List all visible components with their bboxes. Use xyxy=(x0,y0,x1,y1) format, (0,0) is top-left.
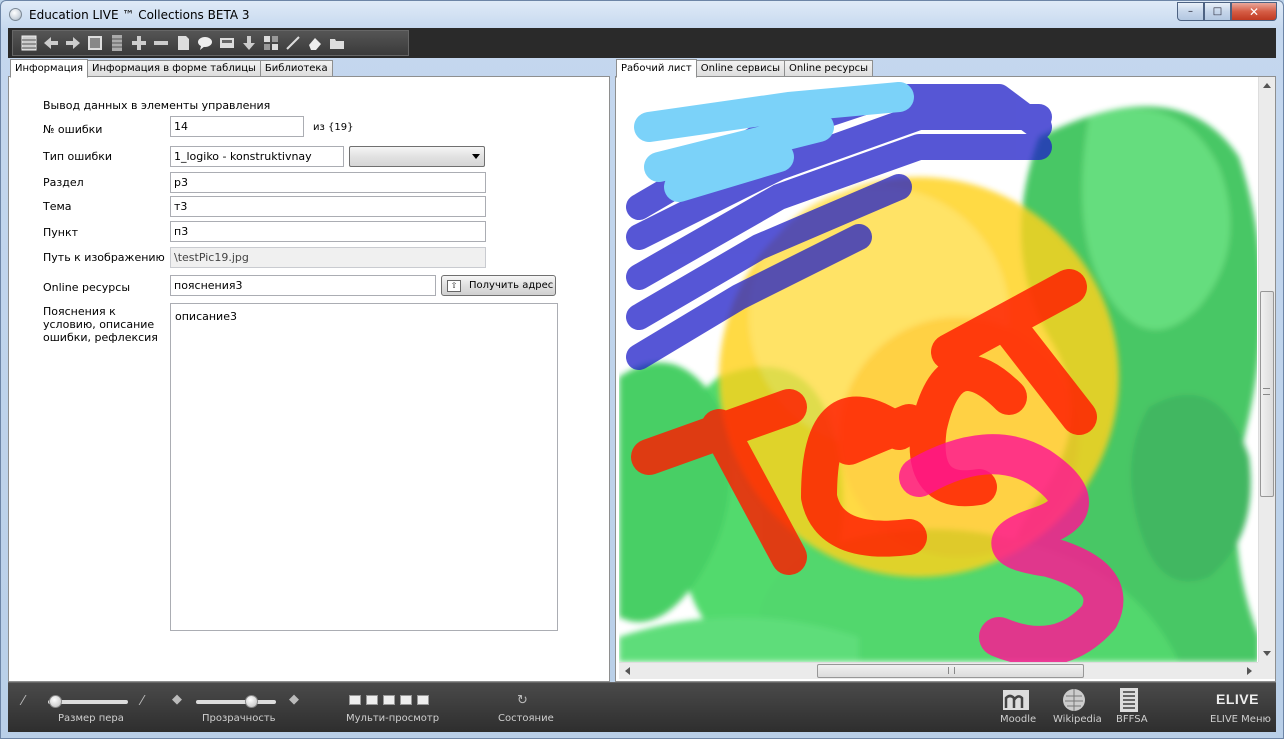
minus-icon[interactable] xyxy=(151,33,171,53)
tab-online-services[interactable]: Online сервисы xyxy=(695,60,785,77)
view-grid-icon[interactable] xyxy=(417,695,429,705)
speech-bubble-icon[interactable] xyxy=(195,33,215,53)
state-label: Состояние xyxy=(498,713,554,724)
multi-view-label: Мульти-просмотр xyxy=(346,713,440,724)
canvas-horizontal-scrollbar[interactable] xyxy=(619,662,1258,679)
pen-size-label: Размер пера xyxy=(58,713,124,724)
plus-icon[interactable] xyxy=(129,33,149,53)
online-resources-label: Online ресурсы xyxy=(43,281,131,294)
link-icon: ⇧ xyxy=(447,279,461,292)
item-field[interactable]: п3 xyxy=(170,221,486,242)
tab-information-table[interactable]: Информация в форме таблицы xyxy=(87,60,261,77)
wikipedia-label: Wikipedia xyxy=(1053,714,1102,725)
view-quad-icon[interactable] xyxy=(400,695,412,705)
view-double-icon[interactable] xyxy=(366,695,378,705)
section-label: Раздел xyxy=(43,176,84,189)
scroll-down-arrow-icon[interactable] xyxy=(1263,651,1271,656)
scroll-right-arrow-icon[interactable] xyxy=(1247,667,1252,675)
minimize-button[interactable]: – xyxy=(1177,2,1204,21)
scroll-corner xyxy=(1258,662,1275,679)
right-tab-strip: Рабочий лист Online сервисы Online ресур… xyxy=(616,59,874,78)
view-triple-icon[interactable] xyxy=(383,695,395,705)
bffsa-icon[interactable] xyxy=(1114,687,1144,713)
topic-field[interactable]: т3 xyxy=(170,196,486,217)
section-field[interactable]: р3 xyxy=(170,172,486,193)
notes-label: Пояснения к условию, описание ошибки, ре… xyxy=(43,305,158,344)
image-path-label: Путь к изображению xyxy=(43,251,165,264)
horizontal-grip-icon xyxy=(948,667,955,674)
error-number-label: № ошибки xyxy=(43,123,103,136)
opacity-knob[interactable] xyxy=(245,695,258,708)
error-type-label: Тип ошибки xyxy=(43,150,113,163)
window-title: Education LIVE ™ Collections BETA 3 xyxy=(29,8,250,22)
bffsa-label: BFFSA xyxy=(1116,714,1148,725)
main-toolbar xyxy=(12,30,409,56)
arrow-right-icon[interactable] xyxy=(63,33,83,53)
close-button[interactable]: ✕ xyxy=(1231,2,1277,21)
arrow-down-icon[interactable] xyxy=(239,33,259,53)
folder-icon[interactable] xyxy=(327,33,347,53)
scroll-left-arrow-icon[interactable] xyxy=(625,667,630,675)
moodle-icon[interactable] xyxy=(1001,687,1031,713)
elive-menu-label[interactable]: ELIVE Меню xyxy=(1210,714,1271,725)
pen-size-knob[interactable] xyxy=(49,695,62,708)
app-icon xyxy=(9,8,22,21)
eraser-icon[interactable] xyxy=(305,33,325,53)
arrow-left-icon[interactable] xyxy=(41,33,61,53)
page-icon[interactable] xyxy=(173,33,193,53)
opacity-low-icon: ◆ xyxy=(172,692,182,707)
opacity-high-icon: ◆ xyxy=(289,692,299,707)
image-path-field: \testPic19.jpg xyxy=(170,247,486,268)
online-resources-field[interactable]: пояснения3 xyxy=(170,275,436,296)
error-number-field[interactable]: 14 xyxy=(170,116,304,137)
canvas-vertical-scrollbar[interactable] xyxy=(1258,77,1275,662)
chevron-down-icon xyxy=(472,154,480,159)
form-header: Вывод данных в элементы управления xyxy=(43,99,271,112)
notes-textarea[interactable]: описание3 xyxy=(170,303,558,631)
get-address-button[interactable]: ⇧ Получить адрес xyxy=(441,275,556,296)
grid-icon[interactable] xyxy=(261,33,281,53)
info-form: Вывод данных в элементы управления № оши… xyxy=(8,76,610,682)
tab-online-resources[interactable]: Online ресурсы xyxy=(783,60,874,77)
wikipedia-icon[interactable] xyxy=(1059,687,1089,713)
square-icon[interactable] xyxy=(85,33,105,53)
grid-column-icon[interactable] xyxy=(107,33,127,53)
pen-thick-icon: ⁄ xyxy=(141,694,144,709)
pen-thin-icon: ⁄ xyxy=(22,694,25,709)
error-type-field[interactable]: 1_logiko - konstruktivnay xyxy=(170,146,344,167)
view-single-icon[interactable] xyxy=(349,695,361,705)
opacity-label: Прозрачность xyxy=(202,713,276,724)
drawing-svg xyxy=(619,82,1257,662)
title-bar[interactable]: Education LIVE ™ Collections BETA 3 – □ … xyxy=(1,1,1283,29)
left-tab-strip: Информация Информация в форме таблицы Би… xyxy=(10,59,333,78)
error-type-dropdown[interactable] xyxy=(349,146,485,167)
get-address-label: Получить адрес xyxy=(469,280,554,291)
tab-worksheet[interactable]: Рабочий лист xyxy=(616,59,697,78)
pen-size-slider[interactable] xyxy=(48,695,128,708)
worksheet-canvas[interactable] xyxy=(619,77,1257,662)
table-icon[interactable] xyxy=(19,33,39,53)
item-label: Пункт xyxy=(43,226,79,239)
bottom-bar: ⁄ ⁄ Размер пера ◆ ◆ Прозрачность Мульти-… xyxy=(8,682,1276,732)
scroll-up-arrow-icon[interactable] xyxy=(1263,83,1271,88)
vertical-grip-icon xyxy=(1263,388,1270,395)
refresh-icon[interactable]: ↻ xyxy=(517,693,528,708)
tab-library[interactable]: Библиотека xyxy=(259,60,333,77)
pen-icon[interactable] xyxy=(283,33,303,53)
error-count-text: из {19} xyxy=(313,122,354,133)
moodle-label: Moodle xyxy=(1000,714,1037,725)
elive-logo[interactable]: ELIVE xyxy=(1216,691,1259,707)
topic-label: Тема xyxy=(43,200,72,213)
tab-information[interactable]: Информация xyxy=(10,59,89,78)
opacity-slider[interactable] xyxy=(196,695,276,708)
card-icon[interactable] xyxy=(217,33,237,53)
maximize-button[interactable]: □ xyxy=(1204,2,1231,21)
